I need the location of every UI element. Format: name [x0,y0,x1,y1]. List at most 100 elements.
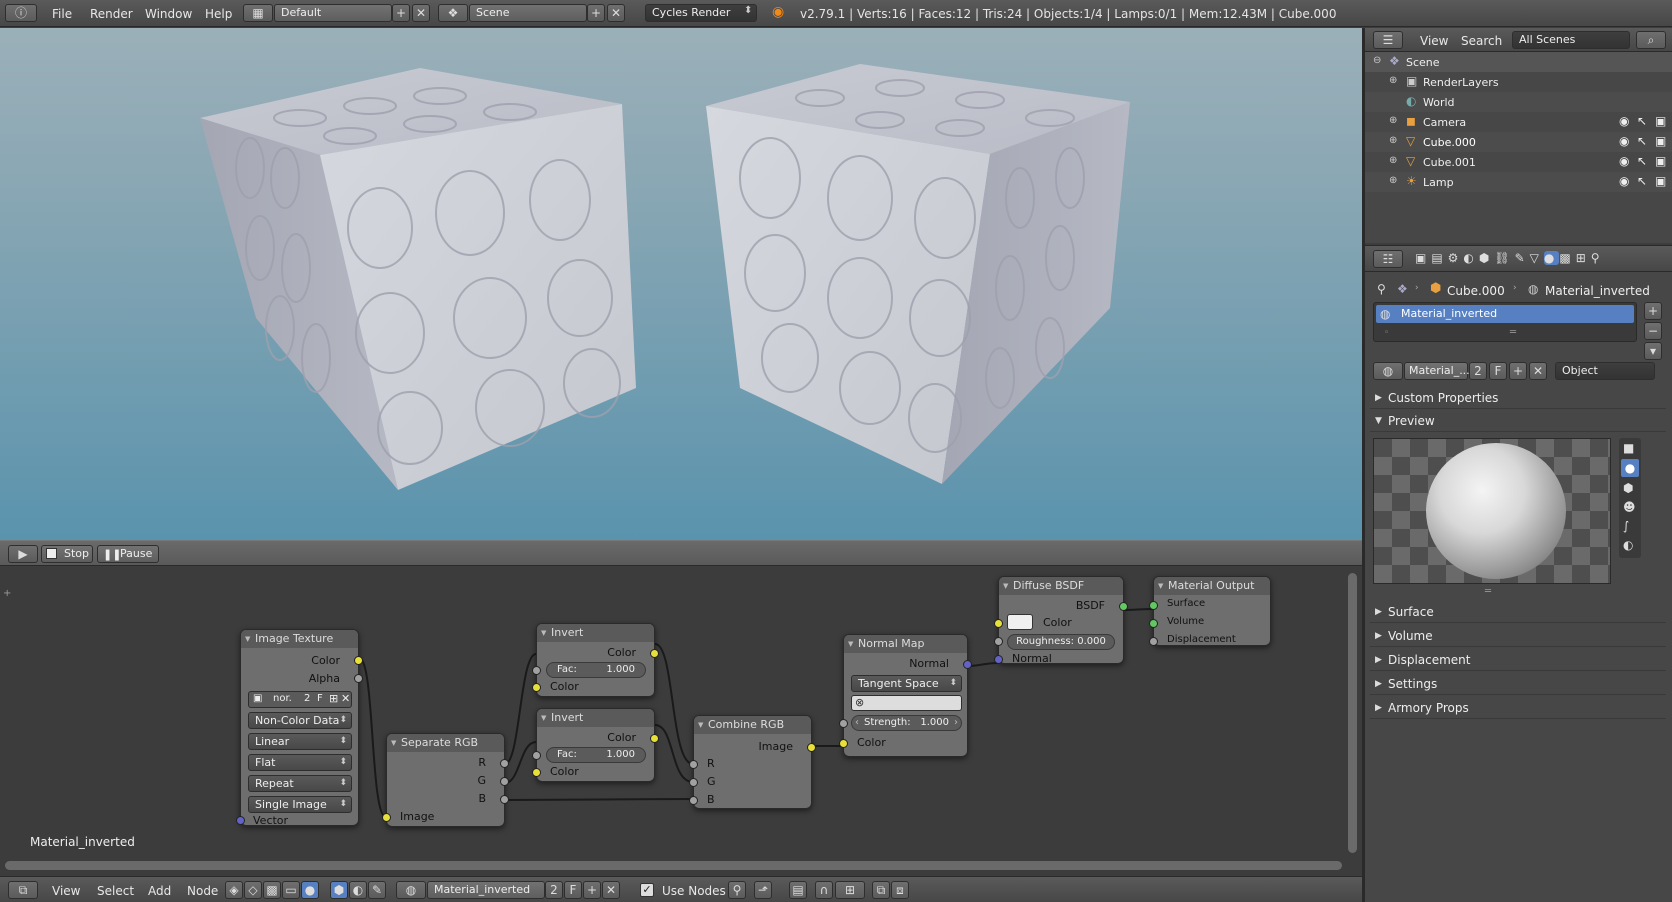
fake-user-button[interactable]: F [564,881,582,899]
layout-picker-button[interactable]: ▦ [243,4,273,22]
properties-editor-type-button[interactable]: ☷ [1373,250,1403,268]
strength-slider[interactable]: ‹ Strength: 1.000 › [851,715,962,731]
preview-world-icon[interactable]: ◐ [1623,538,1633,552]
input-socket-g[interactable] [689,778,698,787]
panel-preview[interactable]: Preview [1370,410,1666,432]
open-image-icon[interactable]: ⊞ [329,692,338,705]
remove-slot-button[interactable]: − [1644,322,1662,340]
cursor-icon[interactable]: ↖ [1637,114,1647,128]
outliner-row-scene[interactable]: ⊖ ❖ Scene [1365,52,1672,72]
input-socket-roughness[interactable] [994,637,1003,646]
node-invert-1[interactable]: Invert Color Fac: 1.000 Color [536,623,655,697]
node-diffuse-bsdf[interactable]: Diffuse BSDF BSDF Color Roughness: 0.000… [998,576,1124,664]
extension-dropdown[interactable]: Repeat [248,775,352,792]
panel-surface[interactable]: Surface [1370,601,1666,623]
output-socket-color[interactable] [354,656,363,665]
properties-editor[interactable]: ☷ ▣▤⚙◐⬢⛓✎▽●▩⊞⚲ ⚲ ❖ › ⬢ Cube.000 › ◍ Mate… [1365,245,1672,902]
input-socket-color[interactable] [839,739,848,748]
properties-context-tabs[interactable]: ▣▤⚙◐⬢⛓✎▽●▩⊞⚲ [1415,251,1605,265]
output-socket-g[interactable] [500,777,509,786]
output-socket-bsdf[interactable] [1119,602,1128,611]
node-material-output[interactable]: Material Output Surface Volume Displacem… [1153,576,1271,646]
panel-volume[interactable]: Volume [1370,625,1666,647]
add-scene-button[interactable]: + [587,4,605,22]
image-datablock-selector[interactable]: ▣ nor. 2 F ⊞ ✕ [248,691,352,708]
camera-render-icon[interactable]: ▣ [1655,174,1666,188]
add-material-button[interactable]: + [583,881,601,899]
input-socket-fac[interactable] [532,751,541,760]
cursor-icon[interactable]: ↖ [1637,134,1647,148]
pin-button[interactable]: ⚲ [728,881,746,899]
expand-icon[interactable]: ⊕ [1389,155,1397,166]
input-socket-color[interactable] [994,619,1003,628]
panel-custom-properties[interactable]: Custom Properties [1370,387,1666,409]
display-mode-dropdown[interactable]: All Scenes [1512,31,1630,49]
outliner-row-cube-000[interactable]: ⊕ ▽ Cube.000 ◉ ↖ ▣ [1365,132,1672,152]
outliner-menu-search[interactable]: Search [1461,34,1502,48]
material-browse-button[interactable]: ◍ [1373,362,1403,380]
fac-slider[interactable]: Fac: 1.000 [546,662,646,678]
info-editor-type-button[interactable]: ⓘ [5,4,37,22]
outliner-row-renderlayers[interactable]: ⊕ ▣ RenderLayers [1365,72,1672,92]
unlink-material-button[interactable]: ✕ [1529,362,1547,380]
horizontal-scrollbar[interactable] [5,861,1342,870]
delete-scene-button[interactable]: ✕ [607,4,625,22]
layout-name-field[interactable]: Default [274,4,392,22]
scene-picker-button[interactable]: ❖ [438,4,468,22]
input-socket-color[interactable] [532,683,541,692]
output-socket-b[interactable] [500,795,509,804]
eye-icon[interactable]: ◉ [1619,174,1629,188]
link-dropdown[interactable]: Object [1555,362,1655,380]
node-separate-rgb[interactable]: Separate RGB R G B Image [386,733,505,827]
fake-user-button[interactable]: F [1489,362,1507,380]
node-combine-rgb[interactable]: Combine RGB Image R G B [693,715,812,809]
linestyle-button[interactable]: ✎ [368,881,386,899]
expand-icon[interactable]: ⊕ [1389,175,1397,186]
eye-icon[interactable]: ◉ [1619,134,1629,148]
material-slots-list[interactable]: ◍ Material_inverted ═ ◦ [1373,302,1637,342]
expand-icon[interactable]: ⊕ [1389,135,1397,146]
projection-dropdown[interactable]: Flat [248,754,352,771]
copy-nodes-button[interactable]: ⧉ [872,881,890,899]
menu-help[interactable]: Help [205,7,232,21]
panel-settings[interactable]: Settings [1370,673,1666,695]
material-nodes-button[interactable]: ● [301,881,319,899]
fake-user-toggle[interactable]: F [317,693,323,704]
outliner-row-lamp[interactable]: ⊕ ☀ Lamp ◉ ↖ ▣ [1365,172,1672,192]
input-socket-vector[interactable] [236,816,245,825]
output-socket-color[interactable] [650,649,659,658]
outliner-search-button[interactable]: ⌕ [1636,31,1666,49]
paste-nodes-button[interactable]: ⧈ [891,881,909,899]
input-socket-image[interactable] [382,813,391,822]
source-dropdown[interactable]: Single Image [248,796,352,813]
snap-toggle-button[interactable]: ∩ [815,881,833,899]
preview-flat-icon[interactable]: ■ [1623,441,1634,455]
delete-layout-button[interactable]: ✕ [412,4,430,22]
input-socket-r[interactable] [689,760,698,769]
material-tab-icon[interactable]: ● [1544,251,1559,265]
editor-type-button[interactable]: ⧉ [8,881,38,899]
menu-add[interactable]: Add [148,884,171,898]
material-slot-selected[interactable]: ◍ Material_inverted [1376,305,1634,323]
outliner-editor-type-button[interactable]: ☰ [1373,31,1403,49]
preview-cube-icon[interactable]: ⬢ [1623,481,1633,495]
menu-file[interactable]: File [52,7,72,21]
material-users[interactable]: 2 [1469,362,1487,380]
preview-monkey-icon[interactable]: ☻ [1623,500,1636,514]
outliner-menu-view[interactable]: View [1420,34,1448,48]
input-socket-displacement[interactable] [1149,637,1158,646]
go-to-parent-button[interactable]: ⬏ [754,881,772,899]
scene-name-field[interactable]: Scene [469,4,587,22]
material-users-count[interactable]: 2 [545,881,563,899]
3d-viewport[interactable] [0,28,1362,540]
uv-map-field[interactable]: ⊗ [851,695,962,711]
input-socket-fac[interactable] [532,666,541,675]
expand-icon[interactable]: ⊕ [1389,75,1397,86]
pin-icon[interactable]: ⚲ [1377,282,1386,296]
outliner-row-world[interactable]: ◐ World [1365,92,1672,112]
material-name-field[interactable]: Material_inverted [427,881,545,899]
filter-icon[interactable]: ◦ [1384,328,1389,338]
input-socket-normal[interactable] [994,655,1003,664]
fac-slider[interactable]: Fac: 1.000 [546,747,646,763]
node-editor[interactable]: + Image Texture Color Alpha ▣ nor. 2 F ⊞… [0,567,1362,876]
